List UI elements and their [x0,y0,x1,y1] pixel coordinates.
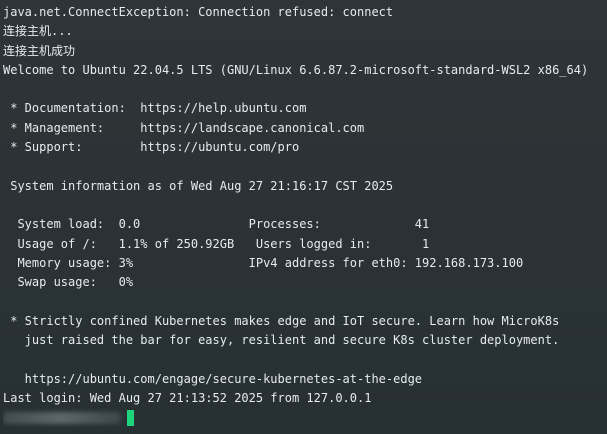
documentation-line: * Documentation: https://help.ubuntu.com [3,101,307,116]
microk8s-notice-line: just raised the bar for easy, resilient … [3,333,560,348]
error-line: java.net.ConnectException: Connection re… [3,5,394,19]
memory-usage-line: Memory usage: 3% IPv4 address for eth0: … [3,255,524,270]
welcome-line: Welcome to Ubuntu 22.04.5 LTS (GNU/Linux… [3,62,589,77]
disk-usage-line: Usage of /: 1.1% of 250.92GB Users logge… [3,236,430,251]
kubernetes-url-line: https://ubuntu.com/engage/secure-kuberne… [3,371,423,386]
shell-prompt-line[interactable] [3,408,607,427]
microk8s-notice-line: * Strictly confined Kubernetes makes edg… [3,313,560,328]
system-info-header: System information as of Wed Aug 27 21:1… [3,178,394,193]
management-line: * Management: https://landscape.canonica… [3,120,365,135]
swap-usage-line: Swap usage: 0% [3,275,134,290]
terminal-cursor [127,409,134,426]
support-line: * Support: https://ubuntu.com/pro [3,140,300,155]
last-login-line: Last login: Wed Aug 27 21:13:52 2025 fro… [3,390,372,405]
connected-line: 连接主机成功 [3,43,76,58]
system-load-line: System load: 0.0 Processes: 41 [3,217,430,232]
redacted-prompt [3,411,121,424]
connecting-line: 连接主机... [3,24,73,39]
terminal-window[interactable]: java.net.ConnectException: Connection re… [0,0,607,434]
